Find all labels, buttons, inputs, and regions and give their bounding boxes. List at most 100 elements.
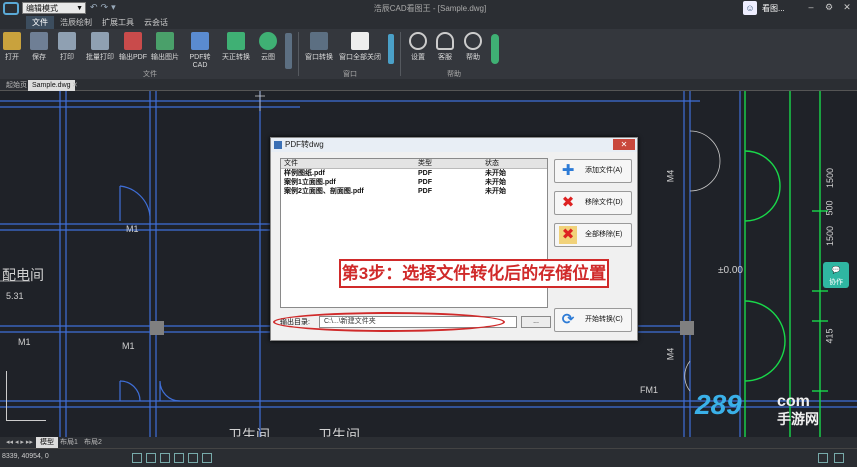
osnap-icon[interactable] <box>188 453 198 463</box>
door-label: M4 <box>665 347 676 361</box>
collaborate-button[interactable]: 💬 协作 <box>823 262 849 288</box>
convert-icon: ⟳ <box>561 311 575 328</box>
door-label: FM1 <box>640 385 658 395</box>
pdf-export-icon <box>124 32 142 50</box>
app-logo-icon[interactable] <box>3 2 19 15</box>
polar-icon[interactable] <box>174 453 184 463</box>
file-type: PDF <box>418 179 432 186</box>
export-pdf-label: 输出PDF <box>119 54 147 61</box>
door-label: M1 <box>122 341 135 351</box>
minimize-icon[interactable]: – <box>804 1 818 14</box>
settings-button[interactable]: 设置 <box>407 32 429 62</box>
table-row[interactable]: 样例图纸.pdf PDF 未开始 <box>281 169 547 178</box>
export-image-button[interactable]: 输出图片 <box>150 32 180 62</box>
help-button[interactable]: 帮助 <box>462 32 484 62</box>
quick-access-toolbar[interactable]: ↶↷▾ <box>90 2 119 13</box>
close-icon[interactable]: ✕ <box>840 1 854 14</box>
dialog-title-bar: PDF转dwg ✕ <box>271 138 637 152</box>
column-header-file[interactable]: 文件 <box>284 159 298 169</box>
room-label: 卫生间 <box>318 427 360 437</box>
mode-select[interactable]: 编辑模式 ▼ <box>22 2 86 14</box>
avatar[interactable]: ☺ <box>743 1 757 15</box>
file-status: 未开始 <box>485 179 506 186</box>
cloud-button[interactable]: 云图 <box>256 32 280 62</box>
remove-file-button[interactable]: ✖ 移除文件(D) <box>554 191 632 215</box>
pdf-to-cad-button[interactable]: PDF转CAD <box>183 32 217 69</box>
tangent-convert-button[interactable]: 天正转换 <box>220 32 252 62</box>
tab-start-page[interactable]: 起始页 <box>2 80 31 91</box>
remove-file-label: 移除文件(D) <box>585 199 623 206</box>
tab-layout1[interactable]: 布局1 <box>56 437 82 448</box>
group-separator <box>298 32 299 76</box>
remove-all-label: 全部移除(E) <box>585 231 623 238</box>
otrack-icon[interactable] <box>202 453 212 463</box>
add-file-button[interactable]: ✚ 添加文件(A) <box>554 159 632 183</box>
remove-all-icon: ✖ <box>559 226 577 244</box>
column-header-status[interactable]: 状态 <box>485 159 499 169</box>
tab-close-icon[interactable]: ✕ <box>70 80 80 91</box>
small-tools-button[interactable] <box>284 33 292 71</box>
grid-icon[interactable] <box>146 453 156 463</box>
tab-sample-dwg[interactable]: Sample.dwg <box>28 80 75 91</box>
file-name: 案例1立面图.pdf <box>284 179 336 186</box>
start-convert-label: 开始转换(C) <box>585 316 623 323</box>
column-header-type[interactable]: 类型 <box>418 159 432 169</box>
help-icon <box>464 32 482 50</box>
cloud-icon <box>259 32 277 50</box>
browse-button[interactable]: ... <box>521 316 551 328</box>
batch-print-button[interactable]: 批量打印 <box>84 32 116 62</box>
export-image-label: 输出图片 <box>151 54 179 61</box>
headset-icon <box>436 32 454 50</box>
door-label: M1 <box>18 337 31 347</box>
pdf-to-dwg-dialog: PDF转dwg ✕ 文件 类型 状态 样例图纸.pdf PDF 未开始 案例1立… <box>270 137 638 341</box>
table-row[interactable]: 案例1立面图.pdf PDF 未开始 <box>281 178 547 187</box>
tile-windows-button[interactable] <box>386 34 396 66</box>
settings-icon <box>409 32 427 50</box>
highlight-oval <box>273 312 505 332</box>
save-icon <box>30 32 48 50</box>
close-icon[interactable]: ✕ <box>613 139 635 150</box>
open-button[interactable]: 打开 <box>2 32 22 62</box>
tab-file[interactable]: 文件 <box>26 16 54 29</box>
support-button[interactable]: 客服 <box>434 32 456 62</box>
fullscreen-icon[interactable] <box>818 453 828 463</box>
chat-icon: 💬 <box>831 267 841 274</box>
snap-icon[interactable] <box>132 453 142 463</box>
settings-gear-icon[interactable]: ⚙ <box>822 1 836 14</box>
user-name[interactable]: 看图... <box>762 3 785 14</box>
export-pdf-button[interactable]: 输出PDF <box>118 32 148 62</box>
file-name: 样例图纸.pdf <box>284 170 325 177</box>
ortho-icon[interactable] <box>160 453 170 463</box>
close-all-windows-button[interactable]: 窗口全部关闭 <box>338 32 382 62</box>
ucs-icon <box>6 371 46 421</box>
tab-model[interactable]: 模型 <box>36 437 58 448</box>
dimension-label: 1500 <box>825 167 836 189</box>
title-bar: 编辑模式 ▼ ↶↷▾ 浩辰CAD看图王 - [Sample.dwg] ☺ 看图..… <box>0 0 857 16</box>
file-name: 案例2立面图、剖面图.pdf <box>284 188 364 195</box>
print-label: 打印 <box>60 54 74 61</box>
image-export-icon <box>156 32 174 50</box>
remove-all-button[interactable]: ✖ 全部移除(E) <box>554 223 632 247</box>
print-button[interactable]: 打印 <box>56 32 78 62</box>
cad-viewer-app: 编辑模式 ▼ ↶↷▾ 浩辰CAD看图王 - [Sample.dwg] ☺ 看图..… <box>0 0 857 467</box>
plus-icon: ✚ <box>561 162 575 179</box>
layout-nav-arrows[interactable]: ◂◂ ◂ ▸ ▸▸ <box>2 437 37 448</box>
status-dot-icon <box>491 34 499 64</box>
watermark-name: 手游网 <box>777 411 819 427</box>
start-convert-button[interactable]: ⟳ 开始转换(C) <box>554 308 632 332</box>
table-row[interactable]: 案例2立面图、剖面图.pdf PDF 未开始 <box>281 187 547 196</box>
support-label: 客服 <box>438 54 452 61</box>
mode-select-value: 编辑模式 <box>26 4 58 13</box>
tab-draw[interactable]: 浩辰绘制 <box>54 16 98 29</box>
tab-extensions[interactable]: 扩展工具 <box>96 16 140 29</box>
batch-print-icon <box>91 32 109 50</box>
collaborate-label: 协作 <box>829 279 843 286</box>
dialog-app-icon <box>274 141 282 149</box>
tab-layout2[interactable]: 布局2 <box>80 437 106 448</box>
file-type: PDF <box>418 170 432 177</box>
save-button[interactable]: 保存 <box>28 32 50 62</box>
window-switch-button[interactable]: 窗口转换 <box>303 32 335 62</box>
tab-cloud[interactable]: 云会话 <box>138 16 174 29</box>
settings-icon[interactable] <box>834 453 844 463</box>
file-list-header: 文件 类型 状态 <box>281 159 547 169</box>
